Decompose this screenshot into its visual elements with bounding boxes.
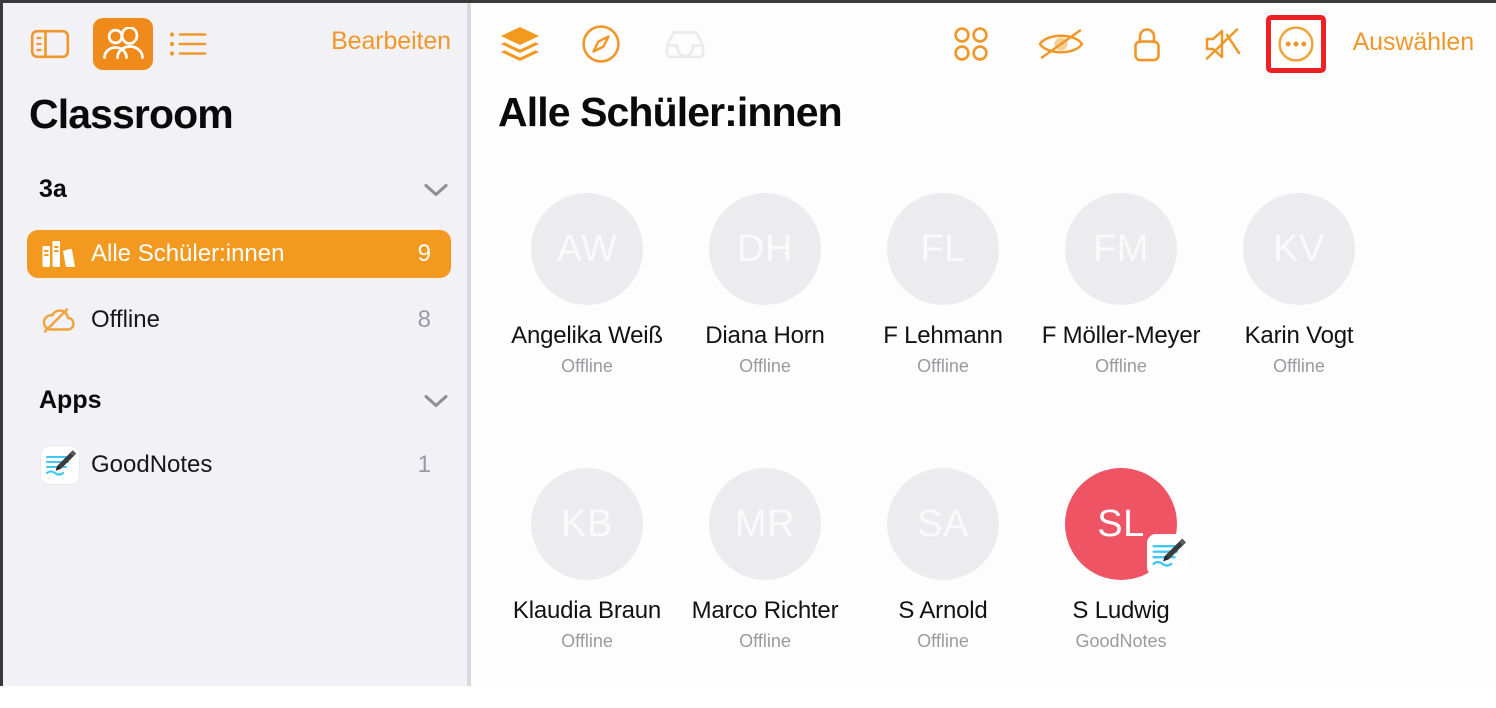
student-status: Offline — [1095, 356, 1147, 376]
section-label: Apps — [39, 386, 102, 414]
lock-screen-button[interactable] — [1126, 23, 1168, 65]
tray-button[interactable] — [663, 23, 707, 65]
avatar-wrapper: DH — [709, 193, 821, 305]
sidebar-item-count: 8 — [417, 306, 431, 333]
goodnotes-app-icon — [41, 446, 79, 484]
layers-button[interactable] — [498, 23, 542, 65]
student-card[interactable]: MR Marco Richter Offline — [676, 468, 854, 708]
page-title: Classroom — [29, 91, 234, 137]
mute-button[interactable] — [1201, 23, 1245, 65]
student-name: Diana Horn — [705, 322, 825, 349]
student-status: Offline — [917, 356, 969, 376]
hide-screen-button[interactable] — [1036, 23, 1086, 65]
goodnotes-app-icon — [1147, 534, 1189, 576]
section-header-apps[interactable]: Apps — [39, 386, 449, 415]
student-row: KB Klaudia Braun Offline MR Marco Richte… — [498, 468, 1478, 708]
main-toolbar: Auswählen — [471, 3, 1496, 85]
student-name: Marco Richter — [691, 597, 839, 624]
student-name: S Ludwig — [1072, 597, 1170, 624]
section-label: 3a — [39, 175, 67, 203]
sidebar-item-goodnotes[interactable]: GoodNotes 1 — [27, 441, 451, 489]
avatar: SA — [887, 468, 999, 580]
student-card[interactable]: DH Diana Horn Offline — [676, 193, 854, 468]
student-card[interactable]: FM F Möller-Meyer Offline — [1032, 193, 1210, 468]
lock-icon — [1134, 28, 1160, 62]
avatar: KV — [1243, 193, 1355, 305]
app-grid-icon — [954, 27, 988, 61]
student-card-active[interactable]: SL S Ludwig GoodNotes — [1032, 468, 1210, 708]
avatar-wrapper: MR — [709, 468, 821, 580]
student-name: F Möller-Meyer — [1041, 322, 1201, 349]
avatar: FL — [887, 193, 999, 305]
avatar-wrapper: SA — [887, 468, 999, 580]
people-view-button[interactable] — [93, 18, 153, 70]
student-status: GoodNotes — [1075, 631, 1167, 651]
sidebar-toggle-button[interactable] — [27, 21, 73, 67]
student-status: Offline — [739, 631, 791, 651]
more-options-button[interactable] — [1266, 15, 1326, 73]
sidebar-item-offline[interactable]: Offline 8 — [27, 296, 451, 344]
student-name: Klaudia Braun — [512, 597, 662, 624]
sidebar-panel-icon — [30, 29, 70, 59]
edit-button[interactable]: Bearbeiten — [331, 27, 451, 56]
avatar: AW — [531, 193, 643, 305]
student-name: F Lehmann — [883, 322, 1003, 349]
student-row: AW Angelika Weiß Offline DH Diana Horn O… — [498, 193, 1478, 468]
sidebar-item-label: Offline — [91, 306, 160, 333]
avatar-wrapper: FM — [1065, 193, 1177, 305]
main-heading: Alle Schüler:innen — [498, 89, 843, 135]
avatar: MR — [709, 468, 821, 580]
people-group-icon — [103, 27, 144, 59]
avatar-wrapper: KV — [1243, 193, 1355, 305]
avatar: DH — [709, 193, 821, 305]
avatar: FM — [1065, 193, 1177, 305]
student-card[interactable]: KV Karin Vogt Offline — [1210, 193, 1388, 468]
student-card-empty — [1210, 468, 1388, 708]
bottom-bar — [0, 686, 1496, 708]
section-header-class[interactable]: 3a — [39, 175, 449, 204]
student-status: Offline — [917, 631, 969, 651]
bulleted-list-icon — [169, 32, 207, 56]
avatar-wrapper: FL — [887, 193, 999, 305]
student-card[interactable]: FL F Lehmann Offline — [854, 193, 1032, 468]
sidebar-item-label: GoodNotes — [91, 451, 213, 478]
student-card[interactable]: SA S Arnold Offline — [854, 468, 1032, 708]
eye-slash-icon — [1038, 29, 1084, 59]
avatar: KB — [531, 468, 643, 580]
avatar-wrapper: KB — [531, 468, 643, 580]
apps-grid-button[interactable] — [949, 23, 993, 65]
layers-icon — [501, 27, 539, 61]
classroom-app-window: Bearbeiten Classroom 3a Alle Schüler:inn… — [0, 0, 1496, 708]
student-status: Offline — [561, 631, 613, 651]
student-name: Karin Vogt — [1244, 322, 1354, 349]
student-card[interactable]: KB Klaudia Braun Offline — [498, 468, 676, 708]
sidebar-item-all-students[interactable]: Alle Schüler:innen 9 — [27, 230, 451, 278]
student-name: Angelika Weiß — [511, 322, 663, 349]
student-status: Offline — [1273, 356, 1325, 376]
student-card[interactable]: AW Angelika Weiß Offline — [498, 193, 676, 468]
sidebar-toolbar: Bearbeiten — [3, 3, 469, 85]
compass-navigate-icon — [582, 25, 620, 63]
sidebar-item-label: Alle Schüler:innen — [91, 240, 285, 267]
tray-inbox-icon — [665, 31, 705, 59]
student-name: S Arnold — [898, 597, 988, 624]
student-status: Offline — [561, 356, 613, 376]
sidebar: Bearbeiten Classroom 3a Alle Schüler:inn… — [3, 3, 469, 686]
avatar-wrapper: AW — [531, 193, 643, 305]
chevron-down-icon[interactable] — [423, 393, 449, 409]
sidebar-item-count: 1 — [417, 451, 431, 478]
speaker-mute-icon — [1205, 28, 1241, 60]
list-view-button[interactable] — [165, 21, 211, 67]
main-content: Auswählen Alle Schüler:innen AW Angelika… — [471, 3, 1496, 686]
ellipsis-circle-icon — [1278, 26, 1314, 62]
sidebar-item-count: 9 — [417, 240, 431, 267]
student-status: Offline — [739, 356, 791, 376]
student-grid: AW Angelika Weiß Offline DH Diana Horn O… — [498, 193, 1478, 708]
select-button[interactable]: Auswählen — [1353, 28, 1475, 57]
chevron-down-icon[interactable] — [423, 182, 449, 198]
avatar-wrapper: SL — [1065, 468, 1189, 580]
cloud-slash-icon — [41, 306, 79, 334]
navigate-button[interactable] — [579, 23, 623, 65]
books-shelf-icon — [41, 239, 79, 269]
